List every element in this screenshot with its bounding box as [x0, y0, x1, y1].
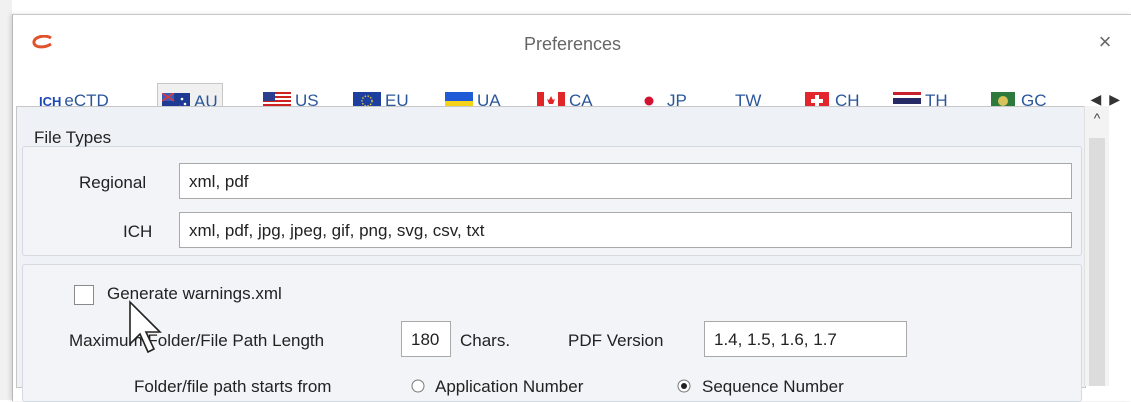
file-types-title: File Types	[34, 128, 112, 147]
application-number-radio[interactable]	[411, 379, 425, 393]
ich-file-types-input[interactable]: xml, pdf, jpg, jpeg, gif, png, svg, csv,…	[179, 212, 1072, 248]
max-path-length-label: Maximum Folder/File Path Length	[69, 331, 325, 350]
generate-warnings-checkbox[interactable]	[74, 285, 94, 305]
sequence-number-radio[interactable]	[677, 379, 691, 393]
regional-label: Regional	[79, 173, 147, 192]
background-window-edge	[0, 0, 12, 400]
ich-label: ICH	[123, 222, 153, 241]
tab-scroll-right-icon[interactable]: ▶	[1109, 91, 1128, 107]
pdf-version-label: PDF Version	[568, 331, 664, 350]
mouse-pointer-icon	[129, 300, 162, 354]
tab-scroll-left-icon[interactable]: ◀	[1090, 91, 1109, 107]
sequence-number-label: Sequence Number	[702, 377, 844, 396]
title-bar: Preferences ×	[13, 15, 1131, 79]
close-button[interactable]: ×	[1094, 31, 1116, 53]
scroll-thumb[interactable]	[1089, 138, 1105, 386]
vertical-scrollbar[interactable]: ^	[1084, 106, 1109, 386]
application-number-label: Application Number	[435, 377, 584, 396]
max-path-length-input[interactable]: 180	[401, 321, 451, 357]
scroll-up-icon[interactable]: ^	[1085, 110, 1109, 130]
chars-label: Chars.	[460, 331, 511, 350]
regional-file-types-input[interactable]: xml, pdf	[179, 163, 1072, 199]
path-starts-from-label: Folder/file path starts from	[134, 377, 332, 396]
pdf-version-input[interactable]: 1.4, 1.5, 1.6, 1.7	[704, 321, 907, 357]
window-title: Preferences	[523, 34, 622, 54]
